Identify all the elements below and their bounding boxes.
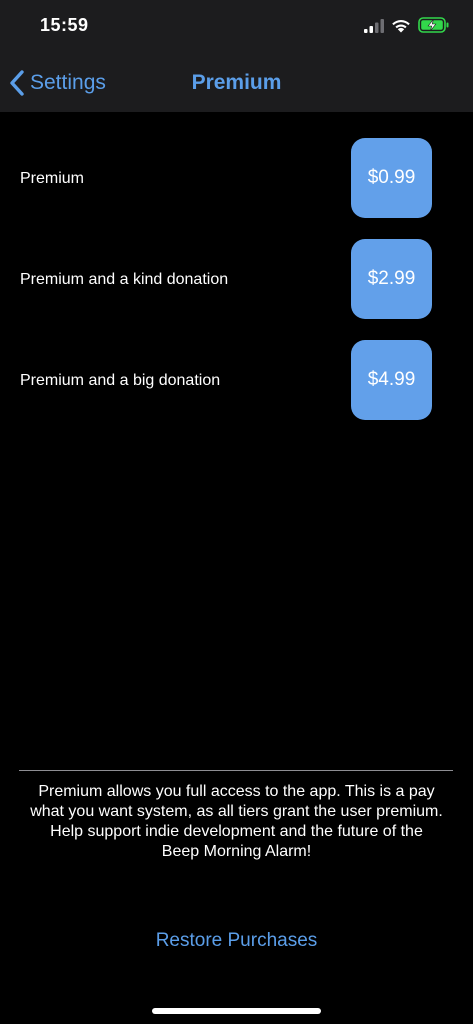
status-bar: 15:59: [0, 0, 473, 50]
signal-icon: [364, 19, 384, 33]
battery-charging-icon: [418, 17, 449, 33]
tier-label: Premium: [20, 170, 85, 187]
price-button-tier-2[interactable]: $2.99: [351, 239, 432, 319]
tier-label: Premium and a big donation: [20, 372, 221, 389]
premium-description: Premium allows you full access to the ap…: [30, 783, 443, 860]
divider: [19, 770, 453, 771]
restore-purchases-button[interactable]: Restore Purchases: [0, 930, 473, 952]
price-button-tier-3[interactable]: $4.99: [351, 340, 432, 420]
page-title: Premium: [191, 71, 282, 94]
tier-row-big-donation: Premium and a big donation $4.99: [0, 340, 473, 422]
home-indicator[interactable]: [152, 1008, 321, 1014]
tier-row-kind-donation: Premium and a kind donation $2.99: [0, 239, 473, 321]
wifi-icon: [392, 20, 410, 33]
tier-label: Premium and a kind donation: [20, 271, 229, 288]
navigation-bar: Settings Premium: [0, 50, 473, 112]
status-time: 15:59: [40, 15, 89, 35]
tier-row-premium: Premium $0.99: [0, 138, 473, 220]
price-button-tier-1[interactable]: $0.99: [351, 138, 432, 218]
